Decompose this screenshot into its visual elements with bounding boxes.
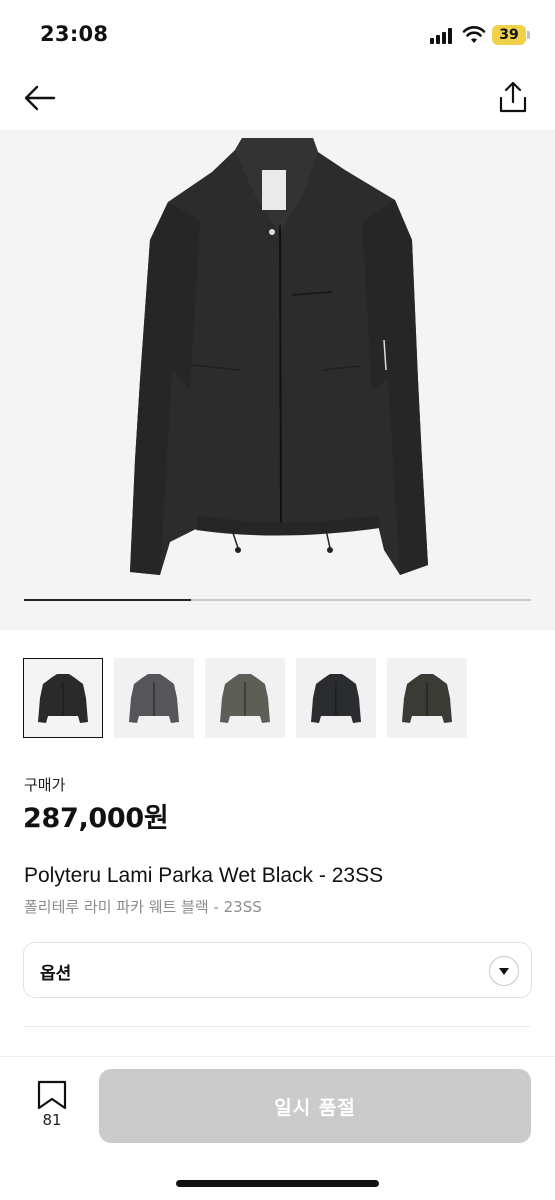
- soldout-button[interactable]: 일시 품절: [99, 1069, 531, 1143]
- price-value: 287,000원: [23, 803, 169, 834]
- product-name-ko: 폴리테루 라미 파카 웨트 블랙 - 23SS: [24, 898, 262, 916]
- back-button[interactable]: [20, 78, 60, 118]
- jacket-thumbnail-image: [38, 674, 88, 723]
- battery-indicator: 39: [492, 25, 526, 45]
- home-indicator: [176, 1180, 379, 1187]
- top-nav: [0, 62, 555, 130]
- bookmark-icon: [37, 1080, 67, 1110]
- jacket-image: [130, 138, 428, 575]
- cellular-signal-icon: [430, 28, 456, 44]
- jacket-thumbnail-image: [220, 674, 270, 723]
- product-name-en: Polyteru Lami Parka Wet Black - 23SS: [24, 864, 384, 887]
- battery-cap: [527, 31, 530, 39]
- carousel-progress-fill: [24, 599, 192, 601]
- wifi-icon: [462, 25, 486, 45]
- divider: [24, 1026, 531, 1027]
- share-icon: [499, 81, 527, 113]
- carousel-progress: [24, 599, 531, 601]
- chevron-down-icon: [489, 956, 519, 986]
- jacket-thumbnail-image: [402, 674, 452, 723]
- jacket-thumbnail-image: [129, 674, 179, 723]
- arrow-left-icon: [24, 85, 56, 111]
- thumbnail[interactable]: [296, 658, 376, 738]
- thumbnail[interactable]: [23, 658, 103, 738]
- bookmark-count: 81: [42, 1111, 62, 1129]
- price-label: 구매가: [24, 776, 66, 794]
- thumbnail-strip: [23, 658, 467, 738]
- thumbnail[interactable]: [387, 658, 467, 738]
- product-image-carousel[interactable]: [0, 130, 555, 630]
- status-time: 23:08: [40, 22, 109, 46]
- option-label: 옵션: [40, 964, 72, 984]
- thumbnail[interactable]: [205, 658, 285, 738]
- bottom-bar-divider: [0, 1056, 555, 1057]
- share-button[interactable]: [493, 76, 533, 118]
- status-bar: 23:08 39: [0, 0, 555, 62]
- option-select[interactable]: 옵션: [23, 942, 532, 998]
- jacket-thumbnail-image: [311, 674, 361, 723]
- thumbnail[interactable]: [114, 658, 194, 738]
